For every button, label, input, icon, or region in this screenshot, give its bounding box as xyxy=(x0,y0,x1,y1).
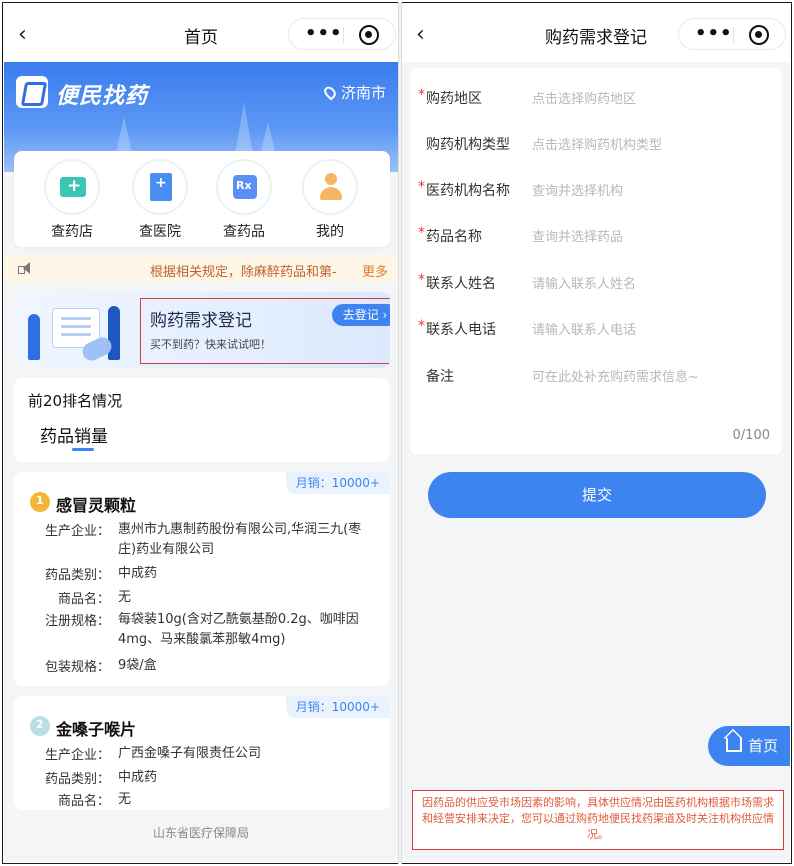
drug-card[interactable]: 月销：10000+ 2 金嗓子喉片 生产企业： 广西金嗓子有限责任公司 药品类别：… xyxy=(14,696,390,810)
field-label: 商品名： xyxy=(57,592,110,607)
demand-registration-banner[interactable]: 购药需求登记 买不到药？快来试试吧！ 去登记 › xyxy=(14,292,390,368)
tab-indicator xyxy=(72,448,94,451)
pharmacy-icon xyxy=(60,176,86,197)
field-label: 注册规格： xyxy=(44,614,110,629)
field-label: 药品名称 xyxy=(426,229,482,245)
field-contact-phone[interactable]: * 联系人电话 请输入联系人电话 xyxy=(410,307,782,347)
medicine-icon xyxy=(233,175,257,199)
field-label: 购药机构类型 xyxy=(426,137,510,153)
field-value: 广西金嗓子有限责任公司 xyxy=(118,746,262,761)
field-value: 中成药 xyxy=(118,566,158,581)
field-value: 每袋装10g(含对乙酰氨基酚0.2g、咖啡因4mg、马来酸氯苯那敏4mg) xyxy=(118,612,359,647)
rank-medal-icon: 1 xyxy=(30,492,50,512)
hospital-icon xyxy=(150,173,172,201)
app-logo-text: 便民找药 xyxy=(56,84,149,109)
field-placeholder[interactable]: 查询并选择机构 xyxy=(532,180,623,199)
field-placeholder[interactable]: 请输入联系人姓名 xyxy=(532,273,636,292)
field-value: 无 xyxy=(118,792,132,807)
field-label: 生产企业： xyxy=(44,524,110,539)
highlight-box xyxy=(140,298,390,364)
miniapp-capsule: ••• xyxy=(678,18,786,50)
required-marker: * xyxy=(418,272,425,288)
notice-bar[interactable]: 根据相关规定，除麻醉药品和第- 更多 xyxy=(4,256,398,282)
registration-screen: ‹ 购药需求登记 ••• * 购药地区 点击选择购药地区 购药机构类型 点击选择… xyxy=(402,4,790,862)
submit-button[interactable]: 提交 xyxy=(428,472,766,518)
supply-disclaimer: 因药品的供应受市场因素的影响，具体供应情况由医药机构根据市场需求和经营安排来决定… xyxy=(412,790,784,850)
nav-hospital-label: 查医院 xyxy=(139,224,181,240)
field-label: 购药地区 xyxy=(426,91,482,107)
nav-hospital[interactable]: 查医院 xyxy=(120,159,200,241)
drug-name: 金嗓子喉片 xyxy=(56,720,137,739)
close-target-icon[interactable] xyxy=(749,25,769,45)
field-placeholder[interactable]: 请输入联系人电话 xyxy=(532,319,636,338)
notice-more-link[interactable]: 更多 xyxy=(362,261,388,280)
close-target-icon[interactable] xyxy=(359,25,379,45)
required-marker: * xyxy=(418,225,425,241)
home-screen: ‹ 首页 ••• 便民找药 济南市 查药店 查医院 查药品 我的 xyxy=(4,4,398,862)
field-placeholder[interactable]: 点击选择购药地区 xyxy=(532,88,636,107)
tab-sales[interactable]: 药品销量 xyxy=(40,422,108,447)
field-contact-name[interactable]: * 联系人姓名 请输入联系人姓名 xyxy=(410,261,782,301)
app-logo-icon xyxy=(16,76,48,108)
field-label: 联系人姓名 xyxy=(426,276,496,292)
user-icon xyxy=(320,173,342,201)
quick-nav: 查药店 查医院 查药品 我的 xyxy=(14,151,390,247)
home-float-button[interactable]: 首页 xyxy=(708,726,790,766)
location-label: 济南市 xyxy=(340,84,386,102)
field-remarks[interactable]: 备注 可在此处补充购药需求信息~ xyxy=(410,354,782,394)
top-bar: ‹ 首页 ••• xyxy=(4,4,398,62)
notice-text: 根据相关规定，除麻醉药品和第- xyxy=(150,265,337,280)
field-value: 惠州市九惠制药股份有限公司,华润三九(枣庄)药业有限公司 xyxy=(118,522,362,557)
field-drug-name[interactable]: * 药品名称 查询并选择药品 xyxy=(410,214,782,254)
registration-form: * 购药地区 点击选择购药地区 购药机构类型 点击选择购药机构类型 * 医药机构… xyxy=(410,68,782,454)
speaker-icon xyxy=(18,262,32,275)
registration-illustration xyxy=(22,298,134,364)
nav-medicine[interactable]: 查药品 xyxy=(204,159,284,241)
field-label: 包装规格： xyxy=(44,660,110,675)
drug-name: 感冒灵颗粒 xyxy=(56,496,137,515)
nav-mine[interactable]: 我的 xyxy=(290,159,370,241)
field-label: 药品类别： xyxy=(44,568,110,583)
char-counter: 0/100 xyxy=(732,428,770,443)
field-institution-type[interactable]: 购药机构类型 点击选择购药机构类型 xyxy=(410,122,782,162)
field-label: 药品类别： xyxy=(44,772,110,787)
home-icon xyxy=(726,738,742,752)
miniapp-capsule: ••• xyxy=(288,18,396,50)
field-label: 生产企业： xyxy=(44,748,110,763)
location-pin-icon xyxy=(321,84,339,101)
field-value: 9袋/盒 xyxy=(118,658,157,673)
required-marker: * xyxy=(418,87,425,103)
location-selector[interactable]: 济南市 xyxy=(321,82,386,103)
field-label: 备注 xyxy=(426,369,454,385)
top-bar: ‹ 购药需求登记 ••• xyxy=(402,4,790,62)
required-marker: * xyxy=(418,318,425,334)
drug-card[interactable]: 月销：10000+ 1 感冒灵颗粒 生产企业： 惠州市九惠制药股份有限公司,华润三… xyxy=(14,472,390,686)
field-value: 中成药 xyxy=(118,770,158,785)
nav-pharmacy[interactable]: 查药店 xyxy=(32,159,112,241)
sales-badge: 月销：10000+ xyxy=(285,472,390,494)
field-label: 医药机构名称 xyxy=(426,183,510,199)
more-icon[interactable]: ••• xyxy=(305,23,343,44)
field-label: 商品名： xyxy=(57,794,110,809)
nav-mine-label: 我的 xyxy=(316,224,344,240)
nav-medicine-label: 查药品 xyxy=(223,224,265,240)
more-icon[interactable]: ••• xyxy=(695,23,733,44)
field-institution-name[interactable]: * 医药机构名称 查询并选择机构 xyxy=(410,168,782,208)
ranking-title: 前20排名情况 xyxy=(28,392,123,410)
field-purchase-region[interactable]: * 购药地区 点击选择购药地区 xyxy=(410,76,782,116)
rank-medal-icon: 2 xyxy=(30,716,50,736)
required-marker: * xyxy=(418,179,425,195)
footer-org: 山东省医疗保障局 xyxy=(4,810,398,862)
field-placeholder[interactable]: 查询并选择药品 xyxy=(532,226,623,245)
nav-pharmacy-label: 查药店 xyxy=(51,224,93,240)
home-button-label: 首页 xyxy=(748,737,779,755)
field-placeholder[interactable]: 可在此处补充购药需求信息~ xyxy=(532,366,699,385)
field-placeholder[interactable]: 点击选择购药机构类型 xyxy=(532,134,662,153)
sales-badge: 月销：10000+ xyxy=(285,696,390,718)
field-value: 无 xyxy=(118,590,132,605)
field-label: 联系人电话 xyxy=(426,322,496,338)
ranking-section: 前20排名情况 药品销量 xyxy=(14,378,390,462)
